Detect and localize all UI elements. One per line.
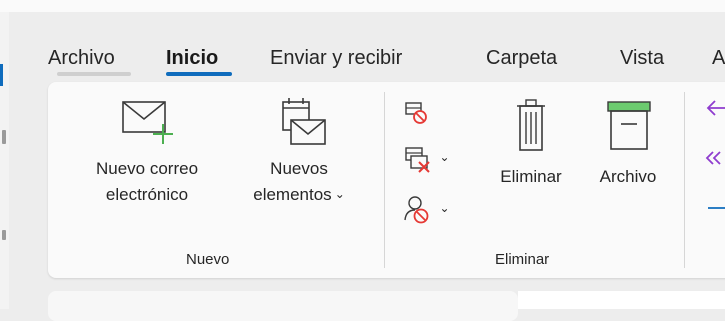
rail-selection-indicator xyxy=(0,64,3,86)
delete-label: Eliminar xyxy=(500,167,562,186)
archive-button[interactable]: Archivo xyxy=(582,96,674,206)
reply-all-button[interactable] xyxy=(704,146,725,172)
content-pane xyxy=(48,291,518,321)
tab-a[interactable]: A xyxy=(712,44,725,72)
cleanup-icon xyxy=(405,147,430,173)
forward-icon xyxy=(708,207,725,209)
group-label-eliminar: Eliminar xyxy=(495,251,550,268)
new-items-label-line2: elementos ⌄ xyxy=(253,185,345,204)
tab-carpeta[interactable]: Carpeta xyxy=(486,44,557,72)
new-items-button[interactable]: Nuevos elementos ⌄ xyxy=(224,96,374,231)
group-separator xyxy=(384,92,385,268)
junk-button[interactable]: ⌄ xyxy=(402,194,472,228)
archive-label: Archivo xyxy=(599,167,657,186)
trash-icon xyxy=(517,99,545,151)
new-email-label-line1: Nuevo correo xyxy=(95,159,199,178)
content-area xyxy=(518,291,725,309)
reply-all-icon xyxy=(705,151,721,165)
tab-hover-underline xyxy=(57,72,131,76)
title-bar xyxy=(0,0,725,12)
left-rail xyxy=(0,12,9,309)
tab-vista[interactable]: Vista xyxy=(620,44,664,72)
ignore-icon xyxy=(405,102,427,124)
chevron-down-icon: ⌄ xyxy=(439,150,450,165)
forward-button[interactable] xyxy=(704,198,725,218)
group-separator xyxy=(684,92,685,268)
block-sender-icon xyxy=(404,196,429,224)
rail-icon[interactable] xyxy=(2,130,6,144)
tab-active-underline xyxy=(166,72,232,76)
new-mail-icon xyxy=(122,101,173,144)
tab-enviar-y-recibir[interactable]: Enviar y recibir xyxy=(270,44,402,72)
ignore-button[interactable] xyxy=(402,100,436,130)
new-email-button[interactable]: Nuevo correo electrónico xyxy=(72,96,222,231)
rail-icon[interactable] xyxy=(2,230,6,240)
chevron-down-icon: ⌄ xyxy=(334,187,345,201)
tab-inicio[interactable]: Inicio xyxy=(166,44,218,72)
reply-arrow-icon xyxy=(706,100,725,116)
archive-icon xyxy=(607,101,651,150)
new-items-icon xyxy=(282,98,326,145)
tab-archivo[interactable]: Archivo xyxy=(48,44,115,72)
group-label-nuevo: Nuevo xyxy=(186,251,230,268)
new-email-label-line2: electrónico xyxy=(105,185,189,204)
reply-button[interactable] xyxy=(704,96,725,122)
cleanup-button[interactable]: ⌄ xyxy=(402,144,472,176)
chevron-down-icon: ⌄ xyxy=(439,201,450,216)
delete-button[interactable]: Eliminar xyxy=(486,96,576,206)
new-items-label-line1: Nuevos xyxy=(270,159,328,178)
